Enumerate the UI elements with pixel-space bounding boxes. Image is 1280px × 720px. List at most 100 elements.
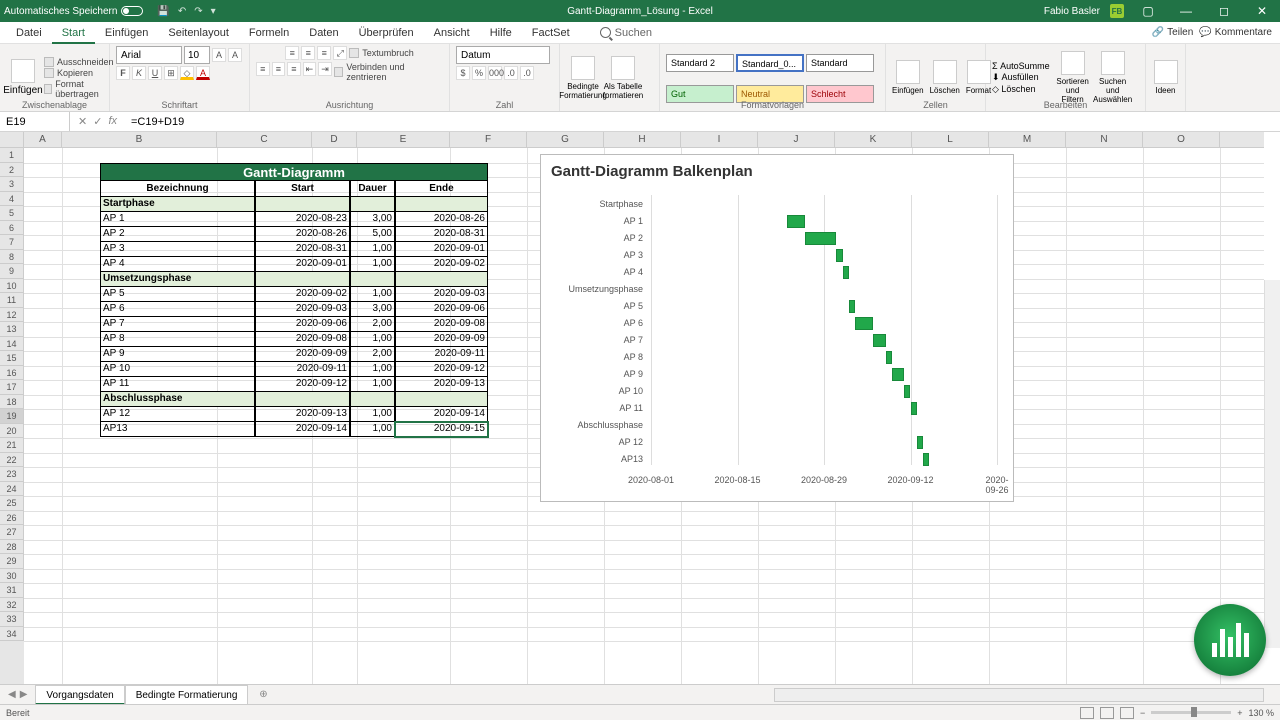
- gantt-chart[interactable]: Gantt-Diagramm Balkenplan StartphaseAP 1…: [540, 154, 1014, 502]
- row-header-28[interactable]: 28: [0, 540, 24, 555]
- row-header-6[interactable]: 6: [0, 221, 24, 236]
- page-layout-view-button[interactable]: [1100, 707, 1114, 719]
- zoom-level[interactable]: 130 %: [1248, 708, 1274, 718]
- table-row[interactable]: Abschlussphase: [100, 392, 488, 407]
- cells-area[interactable]: Gantt-Diagramm Bezeichnung Start Dauer E…: [24, 148, 1264, 684]
- ribbon-display-icon[interactable]: ▢: [1134, 4, 1162, 18]
- align-middle-button[interactable]: ≡: [301, 46, 315, 60]
- row-header-1[interactable]: 1: [0, 148, 24, 163]
- font-name-select[interactable]: Arial: [116, 46, 182, 64]
- italic-button[interactable]: K: [132, 66, 146, 80]
- currency-button[interactable]: $: [456, 66, 470, 80]
- col-header-D[interactable]: D: [312, 132, 357, 147]
- row-header-27[interactable]: 27: [0, 525, 24, 540]
- table-row[interactable]: AP132020-09-141,002020-09-15: [100, 422, 488, 437]
- bold-button[interactable]: F: [116, 66, 130, 80]
- row-header-8[interactable]: 8: [0, 250, 24, 265]
- fill-color-button[interactable]: ◇: [180, 66, 194, 80]
- insert-cells-button[interactable]: Einfügen: [892, 60, 924, 95]
- col-header-M[interactable]: M: [989, 132, 1066, 147]
- row-header-11[interactable]: 11: [0, 293, 24, 308]
- col-header-B[interactable]: B: [62, 132, 217, 147]
- col-header-I[interactable]: I: [681, 132, 758, 147]
- horizontal-scrollbar[interactable]: [774, 688, 1264, 702]
- align-left-button[interactable]: ≡: [256, 62, 270, 76]
- table-row[interactable]: AP 12020-08-233,002020-08-26: [100, 212, 488, 227]
- find-select-button[interactable]: Suchen und Auswählen: [1096, 51, 1130, 104]
- underline-button[interactable]: U: [148, 66, 162, 80]
- save-icon[interactable]: 💾: [157, 6, 169, 17]
- zoom-in-button[interactable]: +: [1237, 708, 1242, 718]
- normal-view-button[interactable]: [1080, 707, 1094, 719]
- zoom-out-button[interactable]: −: [1140, 708, 1145, 718]
- fill-button[interactable]: ⬇ Ausfüllen: [992, 72, 1050, 83]
- delete-cells-button[interactable]: Löschen: [930, 60, 960, 95]
- align-right-button[interactable]: ≡: [287, 62, 301, 76]
- comments-button[interactable]: 💬 Kommentare: [1199, 27, 1272, 38]
- page-break-view-button[interactable]: [1120, 707, 1134, 719]
- table-row[interactable]: AP 122020-09-131,002020-09-14: [100, 407, 488, 422]
- paste-button[interactable]: Einfügen: [6, 59, 40, 96]
- table-row[interactable]: AP 52020-09-021,002020-09-03: [100, 287, 488, 302]
- table-row[interactable]: AP 92020-09-092,002020-09-11: [100, 347, 488, 362]
- row-header-15[interactable]: 15: [0, 351, 24, 366]
- col-header-E[interactable]: E: [357, 132, 450, 147]
- name-box[interactable]: E19: [0, 112, 70, 131]
- row-header-16[interactable]: 16: [0, 366, 24, 381]
- table-row[interactable]: AP 62020-09-033,002020-09-06: [100, 302, 488, 317]
- row-header-19[interactable]: 19: [0, 409, 24, 424]
- autosum-button[interactable]: Σ AutoSumme: [992, 61, 1050, 71]
- table-row[interactable]: AP 102020-09-111,002020-09-12: [100, 362, 488, 377]
- col-header-N[interactable]: N: [1066, 132, 1143, 147]
- table-row[interactable]: AP 42020-09-011,002020-09-02: [100, 257, 488, 272]
- redo-icon[interactable]: ↷: [194, 6, 202, 17]
- switch-icon[interactable]: [121, 6, 143, 16]
- maximize-icon[interactable]: ◻: [1210, 4, 1238, 18]
- autosave-toggle[interactable]: Automatisches Speichern: [4, 6, 143, 17]
- row-header-3[interactable]: 3: [0, 177, 24, 192]
- row-header-22[interactable]: 22: [0, 453, 24, 468]
- row-header-29[interactable]: 29: [0, 554, 24, 569]
- vertical-scrollbar[interactable]: [1264, 280, 1280, 648]
- select-all-button[interactable]: [0, 132, 24, 148]
- format-painter-button[interactable]: Format übertragen: [44, 79, 114, 99]
- col-header-K[interactable]: K: [835, 132, 912, 147]
- row-header-26[interactable]: 26: [0, 511, 24, 526]
- table-row[interactable]: AP 112020-09-121,002020-09-13: [100, 377, 488, 392]
- tell-me-search[interactable]: Suchen: [600, 27, 652, 39]
- row-header-13[interactable]: 13: [0, 322, 24, 337]
- indent-more-button[interactable]: ⇥: [318, 62, 332, 76]
- sheet-nav-next-icon[interactable]: ▶: [20, 689, 28, 700]
- row-header-2[interactable]: 2: [0, 163, 24, 178]
- table-row[interactable]: AP 22020-08-265,002020-08-31: [100, 227, 488, 242]
- table-row[interactable]: Startphase: [100, 197, 488, 212]
- col-header-C[interactable]: C: [217, 132, 312, 147]
- row-header-4[interactable]: 4: [0, 192, 24, 207]
- row-headers[interactable]: 1234567891011121314151617181920212223242…: [0, 148, 24, 684]
- row-header-25[interactable]: 25: [0, 496, 24, 511]
- cancel-formula-icon[interactable]: ✕: [78, 115, 87, 128]
- clear-button[interactable]: ◇ Löschen: [992, 84, 1050, 95]
- row-header-12[interactable]: 12: [0, 308, 24, 323]
- table-row[interactable]: AP 72020-09-062,002020-09-08: [100, 317, 488, 332]
- tab-daten[interactable]: Daten: [299, 22, 348, 44]
- ideas-button[interactable]: Ideen: [1152, 60, 1179, 95]
- sheet-nav-prev-icon[interactable]: ◀: [8, 689, 16, 700]
- share-button[interactable]: 🔗 Teilen: [1152, 27, 1194, 38]
- zoom-slider[interactable]: [1151, 711, 1231, 714]
- tab-hilfe[interactable]: Hilfe: [480, 22, 522, 44]
- format-as-table-button[interactable]: Als Tabelle formatieren: [606, 56, 640, 100]
- sheet-tab-vorgangsdaten[interactable]: Vorgangsdaten: [35, 685, 124, 705]
- table-row[interactable]: Umsetzungsphase: [100, 272, 488, 287]
- sheet-tab-bedingte[interactable]: Bedingte Formatierung: [125, 685, 249, 705]
- align-center-button[interactable]: ≡: [272, 62, 286, 76]
- col-header-A[interactable]: A: [24, 132, 62, 147]
- add-sheet-button[interactable]: ⊕: [254, 689, 272, 700]
- user-name[interactable]: Fabio Basler: [1044, 6, 1100, 17]
- row-header-21[interactable]: 21: [0, 438, 24, 453]
- row-header-20[interactable]: 20: [0, 424, 24, 439]
- col-header-L[interactable]: L: [912, 132, 989, 147]
- table-row[interactable]: AP 82020-09-081,002020-09-09: [100, 332, 488, 347]
- increase-font-button[interactable]: A: [212, 48, 226, 62]
- align-bottom-button[interactable]: ≡: [317, 46, 331, 60]
